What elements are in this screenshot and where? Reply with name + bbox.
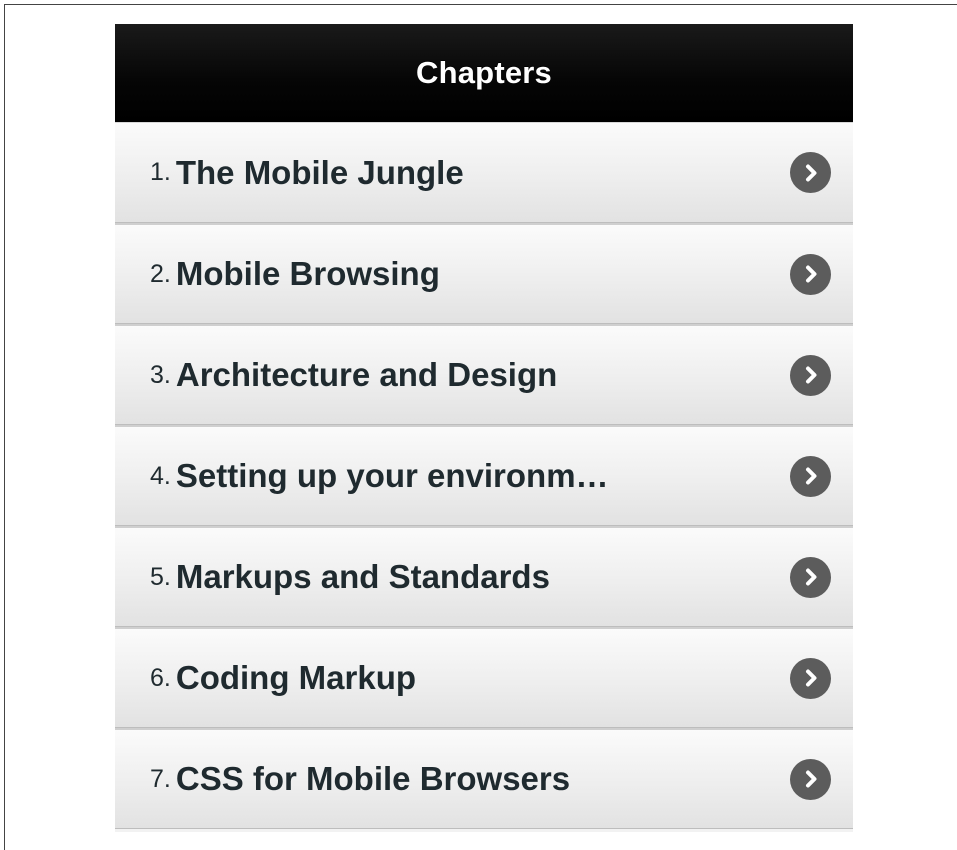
list-item[interactable]: 1. The Mobile Jungle xyxy=(115,122,853,223)
chevron-right-circle-icon[interactable] xyxy=(790,253,831,295)
chapter-list: 1. The Mobile Jungle 2. Mobile Browsing … xyxy=(115,122,853,829)
chapter-number: 6. xyxy=(150,663,171,692)
chapter-number: 2. xyxy=(150,259,171,288)
page-title: Chapters xyxy=(416,55,552,90)
chapter-title: The Mobile Jungle xyxy=(175,153,464,191)
chevron-right-circle-icon[interactable] xyxy=(790,152,831,193)
mobile-screen: Chapters 1. The Mobile Jungle 2. Mobile … xyxy=(115,24,853,832)
chapter-title: Coding Markup xyxy=(175,659,417,696)
chapter-number: 4. xyxy=(150,461,171,490)
chapter-title: Setting up your environm… xyxy=(175,457,609,494)
chevron-right-circle-icon[interactable] xyxy=(790,354,831,396)
frame-border-top xyxy=(4,4,957,5)
chevron-right-circle-icon[interactable] xyxy=(790,556,831,598)
chapter-title: Markups and Standards xyxy=(175,558,550,595)
chevron-right-circle-icon[interactable] xyxy=(790,455,831,497)
chevron-right-circle-icon[interactable] xyxy=(790,758,831,800)
chapter-title: Architecture and Design xyxy=(175,356,558,393)
chapter-number: 5. xyxy=(150,562,171,591)
chevron-right-circle-icon[interactable] xyxy=(790,657,831,699)
chapter-number: 3. xyxy=(150,360,171,389)
list-item[interactable]: 2. Mobile Browsing xyxy=(115,223,853,324)
list-item[interactable]: 3. Architecture and Design xyxy=(115,324,853,425)
header-bar: Chapters xyxy=(115,24,853,122)
chapter-title: CSS for Mobile Browsers xyxy=(175,760,571,797)
list-item[interactable]: 7. CSS for Mobile Browsers xyxy=(115,728,853,829)
chapter-number: 7. xyxy=(150,764,171,793)
list-item[interactable]: 4. Setting up your environm… xyxy=(115,425,853,526)
list-item[interactable]: 5. Markups and Standards xyxy=(115,526,853,627)
frame-border-left xyxy=(4,4,5,850)
chapter-title: Mobile Browsing xyxy=(175,255,440,292)
chapter-number: 1. xyxy=(150,158,171,186)
list-item[interactable]: 6. Coding Markup xyxy=(115,627,853,728)
